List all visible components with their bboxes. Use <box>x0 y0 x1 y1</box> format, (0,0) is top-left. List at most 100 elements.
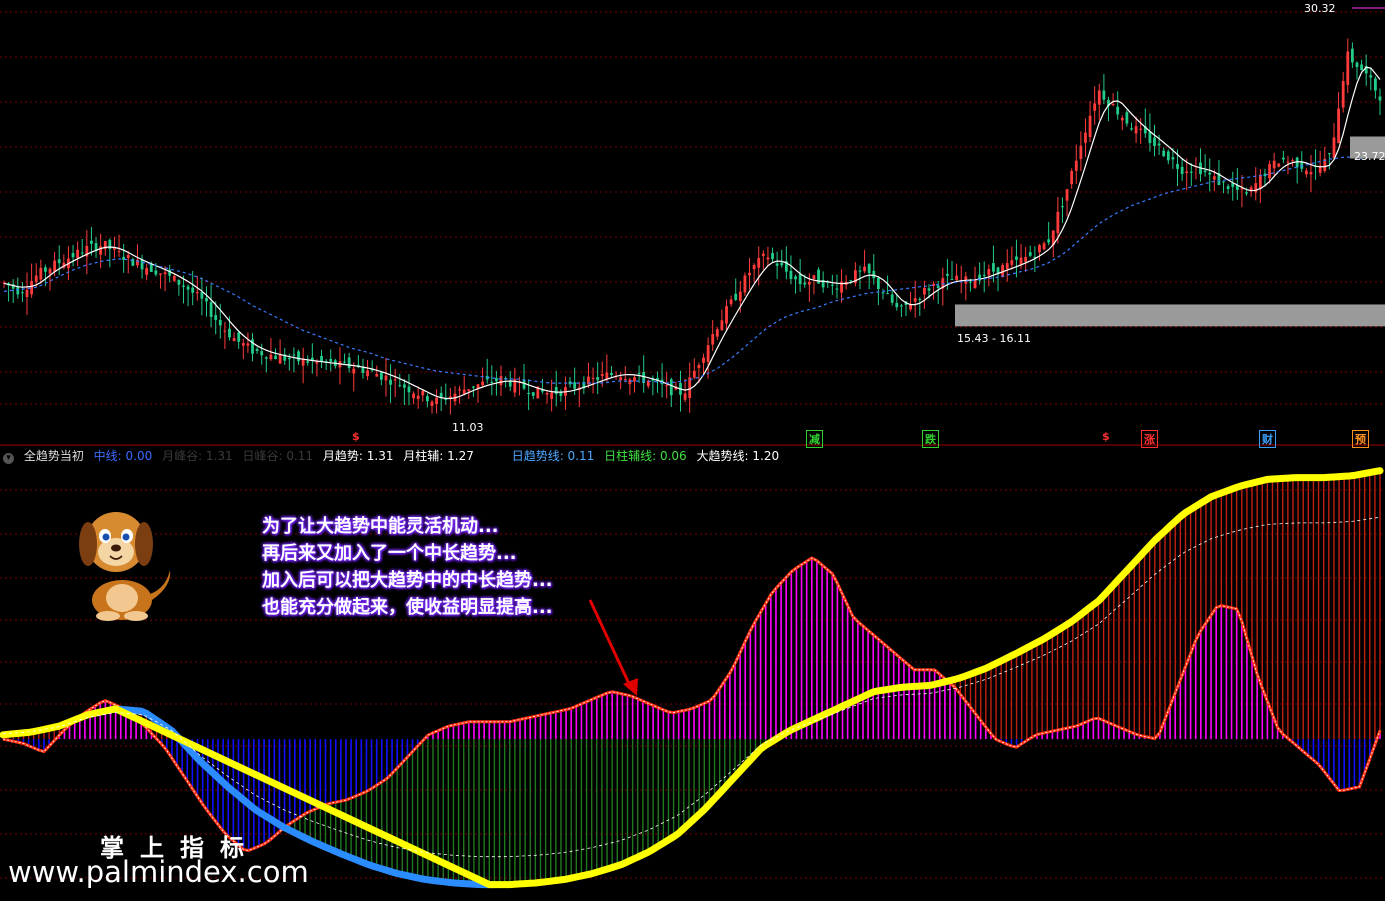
candle-body <box>172 276 176 281</box>
candle-body <box>1111 104 1115 106</box>
candle-body <box>1189 171 1193 173</box>
aux-dashed-line <box>2 516 1381 858</box>
candle-body <box>729 299 733 305</box>
candle-body <box>1038 245 1041 253</box>
candle-body <box>858 270 862 272</box>
candle-body <box>1130 128 1133 130</box>
legend-item-big-trend: 大趋势线: 1.20 <box>696 449 780 463</box>
candle-body <box>633 377 636 382</box>
candle-body <box>1120 117 1124 121</box>
candle-body <box>913 298 917 302</box>
candle-body <box>527 392 531 395</box>
candle-body <box>1102 90 1106 100</box>
candle-body <box>379 372 383 380</box>
candle-body <box>1272 160 1276 169</box>
candle-body <box>306 361 310 363</box>
watermark-url: www.palmindex.com <box>8 855 309 889</box>
candle-body <box>228 328 231 338</box>
signal-marker: $ <box>1102 430 1110 443</box>
candle-body <box>1203 170 1207 173</box>
candle-body <box>297 351 300 362</box>
candle-body <box>628 379 632 385</box>
candle-body <box>1148 131 1152 144</box>
candle-body <box>899 305 903 307</box>
candle-body <box>347 357 351 369</box>
signal-marker: 财 <box>1259 430 1276 448</box>
candle-body <box>269 354 273 360</box>
candle-body <box>1309 172 1313 175</box>
candle-body <box>1157 143 1161 146</box>
signal-marker: 涨 <box>1141 430 1158 448</box>
candle-body <box>1355 62 1359 68</box>
candle-body <box>1125 112 1129 124</box>
candle-body <box>439 392 443 398</box>
candle-body <box>218 319 222 326</box>
candle-body <box>490 381 494 383</box>
candle-body <box>798 274 802 285</box>
candle-body <box>927 288 931 291</box>
candle-body <box>697 365 701 368</box>
candle-body <box>149 264 153 272</box>
candle-body <box>246 343 250 346</box>
candle-body <box>738 291 742 301</box>
candle-body <box>1378 96 1382 101</box>
candle-body <box>223 330 227 332</box>
candle-body <box>1176 163 1179 169</box>
candle-body <box>287 357 291 360</box>
candle-body <box>389 379 392 385</box>
candle-body <box>90 240 93 244</box>
candle-body <box>619 377 623 381</box>
candle-body <box>274 355 277 359</box>
candle-body <box>849 280 853 282</box>
indicator-panel <box>0 467 1384 889</box>
candle-body <box>1061 206 1064 208</box>
candle-body <box>992 263 995 272</box>
candle-body <box>863 266 866 272</box>
candle-body <box>1070 170 1074 185</box>
puppy-mascot-icon <box>79 512 171 621</box>
candle-body <box>1286 161 1290 163</box>
candle-body <box>186 286 190 290</box>
candle-body <box>1019 257 1023 265</box>
candle-body <box>126 254 130 259</box>
candle-body <box>159 273 162 275</box>
price-range-label: 15.43 - 16.11 <box>957 332 1031 345</box>
candle-body <box>117 251 121 253</box>
candle-body <box>34 275 38 283</box>
candle-body <box>987 269 991 276</box>
candle-body <box>743 275 747 293</box>
candle-body <box>830 284 834 286</box>
candle-body <box>241 343 245 346</box>
indicator-title[interactable]: 全趋势当初 <box>24 449 84 463</box>
callout-line: 再后来又加入了一个中长趋势... <box>262 543 517 564</box>
candle-body <box>1139 128 1143 130</box>
candle-body <box>1088 115 1092 138</box>
candle-body <box>407 386 411 393</box>
candle-body <box>1134 126 1138 134</box>
candle-body <box>1097 90 1101 105</box>
candle-body <box>734 293 738 300</box>
candle-body <box>140 259 144 270</box>
candle-body <box>812 275 816 279</box>
legend-item-day-trend: 日趋势线: 0.11 <box>511 449 595 463</box>
candle-body <box>329 358 333 362</box>
big-trend-rising-line <box>0 467 1384 889</box>
candle-body <box>775 263 779 266</box>
candle-body <box>1258 174 1262 190</box>
candle-body <box>780 262 784 266</box>
candle-body <box>881 292 885 294</box>
candle-body <box>352 368 356 374</box>
candle-body <box>1222 181 1225 183</box>
candle-body <box>982 274 986 276</box>
candle-body <box>890 294 894 303</box>
candle-body <box>145 268 149 275</box>
candle-body <box>1245 192 1248 194</box>
legend-item-month-trend: 月趋势: 1.31 <box>322 449 394 463</box>
candle-body <box>692 370 696 378</box>
signal-marker: 跌 <box>922 430 939 448</box>
collapse-icon[interactable]: ▾ <box>3 453 14 464</box>
candle-body <box>1171 157 1175 160</box>
candle-body <box>343 361 346 363</box>
candle-body <box>1373 78 1377 91</box>
candle-body <box>292 354 296 356</box>
